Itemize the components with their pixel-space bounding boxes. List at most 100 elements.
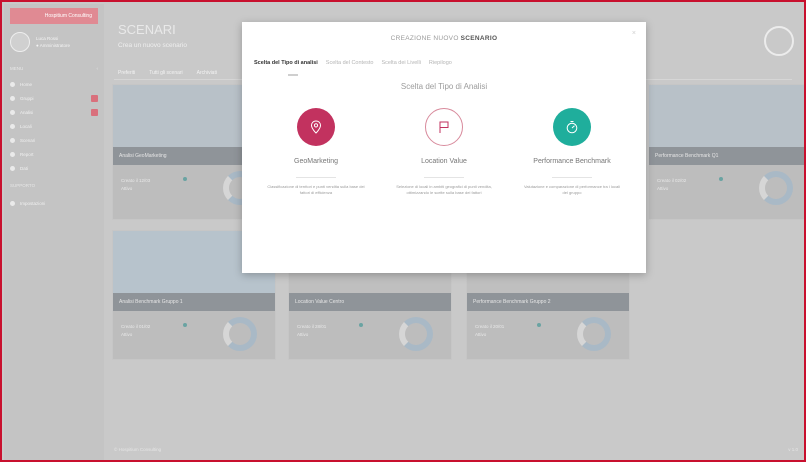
sidebar-item-label: Analisi: [20, 109, 34, 115]
map-pin-icon: [310, 120, 322, 134]
menu-separator-label: SUPPORTO: [10, 183, 36, 188]
option-performance-benchmark[interactable]: Performance Benchmark Valutazione e comp…: [517, 108, 627, 196]
card-meta: Creato il 02/02 Attivo: [657, 177, 686, 193]
sidebar-item-locali[interactable]: Locali: [10, 119, 98, 133]
card-status: Attivo: [657, 186, 669, 191]
section-title: Scelta del Tipo di Analisi: [400, 82, 488, 91]
tab-tutti[interactable]: Tutti gli scenari: [149, 70, 182, 76]
footer-version: v 1.0: [788, 447, 798, 452]
page-title: SCENARI: [118, 22, 176, 37]
footer-copyright: © Hospitium Consulting: [114, 447, 162, 452]
status-dot: [359, 323, 363, 327]
option-divider: [552, 177, 592, 178]
close-icon[interactable]: ×: [632, 30, 636, 37]
step-riepilogo[interactable]: Riepilogo: [429, 60, 452, 66]
step-contesto[interactable]: Scelta del Contesto: [326, 60, 374, 66]
collapse-icon[interactable]: ‹: [97, 66, 99, 71]
menu-header: MENU ‹: [10, 66, 98, 71]
card-date: Creato il 01/02: [121, 324, 151, 329]
step-tipo-analisi[interactable]: Scelta del Tipo di analisi: [254, 60, 318, 66]
timer-icon: [566, 121, 578, 134]
card-image: [649, 85, 804, 147]
status-dot: [183, 323, 187, 327]
notification-badge: [91, 94, 98, 102]
home-icon: [10, 81, 15, 87]
card-date: Creato il 02/02: [657, 178, 687, 183]
card-title: Analisi Benchmark Gruppo 1: [113, 293, 275, 311]
sidebar-item-label: Home: [20, 81, 33, 87]
card-date: Creato il 12/03: [121, 178, 151, 183]
wizard-steps: Scelta del Tipo di analisi Scelta del Co…: [254, 60, 452, 66]
sidebar-item-label: Scenari: [20, 137, 36, 143]
user-panel[interactable]: Luca Rossi ● Amministratore: [10, 32, 98, 52]
sidebar-item-report[interactable]: Report: [10, 147, 98, 161]
card-meta: Creato il 01/02 Attivo: [121, 323, 150, 339]
option-description: Valutazione e comparazione di performanc…: [524, 184, 620, 195]
menu-section-label: MENU: [10, 66, 24, 71]
report-icon: [10, 151, 15, 157]
option-name: Location Value: [421, 158, 467, 165]
notification-badge: [91, 108, 98, 116]
card-status: Attivo: [297, 332, 309, 337]
sidebar-item-scenari[interactable]: Scenari: [10, 133, 98, 147]
location-value-icon[interactable]: [425, 108, 463, 146]
card-status: Attivo: [121, 332, 133, 337]
active-step-indicator: [288, 74, 298, 76]
card-meta: Creato il 20/01 Attivo: [475, 323, 504, 339]
progress-ring: [399, 317, 433, 351]
geomarketing-icon[interactable]: [297, 108, 335, 146]
sidebar-item-label: Dati: [20, 165, 29, 171]
user-status: ● Amministratore: [36, 43, 70, 48]
progress-ring: [577, 317, 611, 351]
modal-header: CREAZIONE NUOVO SCENARIO: [242, 22, 646, 54]
card-title: Location Value Centro: [289, 293, 451, 311]
sidebar-item-label: Locali: [20, 123, 32, 129]
gear-icon: [10, 200, 15, 206]
chart-icon: [10, 109, 15, 115]
card-date: Creato il 20/01: [475, 324, 505, 329]
location-icon: [10, 123, 15, 129]
scenario-card[interactable]: Performance Benchmark Q1 Creato il 02/02…: [648, 84, 804, 220]
sidebar-item-dati[interactable]: Dati: [10, 161, 98, 175]
performance-benchmark-icon[interactable]: [553, 108, 591, 146]
add-scenario-button[interactable]: [764, 26, 794, 56]
sidebar: Hospitium Consulting Luca Rossi ● Ammini…: [4, 4, 104, 460]
sidebar-item-gruppi[interactable]: Gruppi: [10, 91, 98, 105]
screenshot-frame: Hospitium Consulting Luca Rossi ● Ammini…: [0, 0, 806, 462]
data-icon: [10, 165, 15, 171]
sidebar-item-analisi[interactable]: Analisi: [10, 105, 98, 119]
brand-bar[interactable]: Hospitium Consulting: [10, 8, 98, 24]
modal-title-bold: SCENARIO: [460, 34, 498, 42]
user-name: Luca Rossi: [36, 36, 59, 41]
avatar[interactable]: [10, 32, 30, 52]
option-geomarketing[interactable]: GeoMarketing Classificazione di territor…: [261, 108, 371, 196]
sidebar-item-label: Impostazioni: [20, 200, 46, 206]
status-dot: [537, 323, 541, 327]
new-scenario-modal: CREAZIONE NUOVO SCENARIO × Scelta del Ti…: [242, 22, 646, 273]
scenario-icon: [10, 137, 15, 143]
option-divider: [424, 177, 464, 178]
card-status: Attivo: [121, 186, 133, 191]
sidebar-item-label: Report: [20, 151, 34, 157]
group-icon: [10, 95, 15, 101]
sidebar-item-settings[interactable]: Impostazioni: [10, 196, 98, 210]
progress-ring: [759, 171, 793, 205]
brand-label: Hospitium Consulting: [44, 13, 92, 19]
option-divider: [296, 177, 336, 178]
tab-preferiti[interactable]: Preferiti: [118, 70, 135, 76]
sidebar-item-home[interactable]: Home: [10, 77, 98, 91]
page-subtitle[interactable]: Crea un nuovo scenario: [118, 42, 187, 49]
step-livelli[interactable]: Scelta dei Livelli: [381, 60, 420, 66]
flag-icon: [439, 121, 449, 133]
option-description: Classificazione di territori e punti ven…: [267, 184, 365, 195]
option-location-value[interactable]: Location Value Selezione di locali in am…: [389, 108, 499, 196]
option-name: Performance Benchmark: [533, 158, 611, 165]
card-meta: Creato il 12/03 Attivo: [121, 177, 150, 193]
modal-title-prefix: CREAZIONE NUOVO: [390, 34, 459, 42]
card-title: Performance Benchmark Q1: [649, 147, 804, 165]
tab-archiviati[interactable]: Archiviati: [197, 70, 217, 76]
status-dot: [719, 177, 723, 181]
card-meta: Creato il 28/01 Attivo: [297, 323, 326, 339]
card-date: Creato il 28/01: [297, 324, 327, 329]
option-description: Selezione di locali in ambiti geografici…: [396, 184, 492, 195]
